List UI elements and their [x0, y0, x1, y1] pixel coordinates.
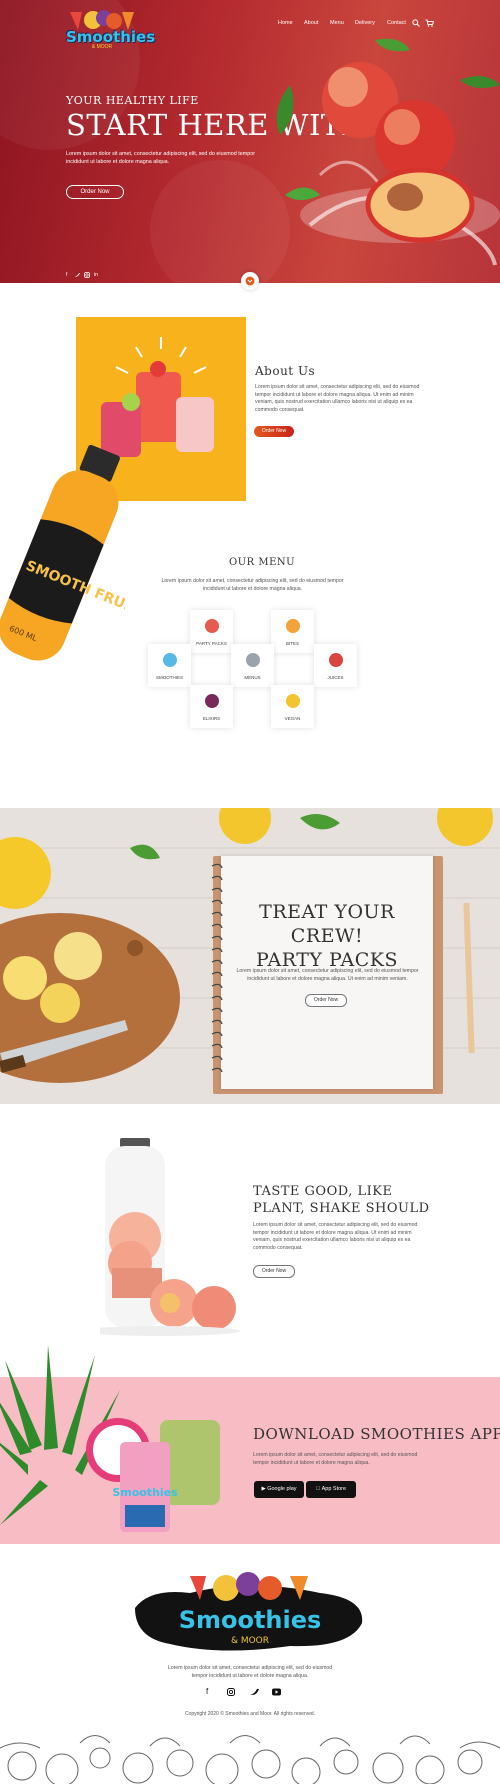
hero-eyebrow: YOUR HEALTHY LIFE	[66, 94, 199, 107]
taste-title-line1: TASTE GOOD, LIKE	[253, 1184, 393, 1199]
svg-text:Smoothies: Smoothies	[112, 1486, 178, 1499]
taste-order-button[interactable]: Order Now	[253, 1265, 295, 1278]
scroll-down-button[interactable]	[241, 272, 259, 290]
hero-text: Lorem ipsum dolor sit amet, consectetur …	[66, 151, 256, 165]
google-play-label: Google play	[267, 1486, 297, 1492]
taste-title: TASTE GOOD, LIKE PLANT, SHAKE SHOULD	[253, 1183, 430, 1217]
menu-text: Lorem ipsum dolor sit amet, consectetur …	[161, 578, 344, 592]
menus-icon	[246, 653, 260, 667]
menu-item-elixirs[interactable]: ELIXIRS	[190, 685, 233, 728]
party-text: Lorem ipsum dolor sit amet, consectetur …	[236, 968, 419, 982]
party-packs-icon	[205, 619, 219, 633]
hero-section: Smoothies & MOOR Home About Menu Deliver…	[0, 0, 500, 283]
vegan-icon	[286, 694, 300, 708]
menu-item-menus[interactable]: MENUS	[231, 644, 274, 687]
linkedin-icon[interactable]: in	[94, 272, 98, 278]
footer-brand-tagline: & MOOR	[231, 1636, 269, 1646]
menu-item-vegan[interactable]: VEGAN	[271, 685, 314, 728]
party-packs-section: TREAT YOUR CREW! PARTY PACKS Lorem ipsum…	[0, 808, 500, 1104]
footer-text: Lorem ipsum dolor sit amet, consectetur …	[167, 1665, 333, 1679]
twitter-icon[interactable]	[250, 1688, 259, 1696]
facebook-icon[interactable]: f	[66, 272, 67, 278]
instagram-icon[interactable]	[227, 1688, 235, 1696]
juices-icon	[329, 653, 343, 667]
copyright: Copyright 2020 © Smoothies and Moor. All…	[184, 1711, 316, 1717]
peach-splash-image	[276, 38, 500, 266]
scroll-down-icon	[245, 276, 255, 286]
app-title: DOWNLOAD SMOOTHIES APP	[253, 1425, 500, 1443]
app-store-button[interactable]:  App Store	[306, 1481, 356, 1498]
menu-item-juices[interactable]: JUICES	[314, 644, 357, 687]
brand-logo[interactable]: Smoothies & MOOR	[66, 8, 155, 50]
menu-item-bites[interactable]: BITES	[271, 610, 314, 653]
party-title: TREAT YOUR CREW! PARTY PACKS	[221, 900, 433, 972]
app-store-label: App Store	[318, 1486, 346, 1492]
about-order-button[interactable]: Order Now	[254, 426, 294, 437]
about-text: Lorem ipsum dolor sit amet, consectetur …	[255, 384, 420, 413]
brand-tagline: & MOOR	[91, 44, 113, 50]
smooth-fruit-bottle-image: SMOOTH FRUIT 600 ML	[0, 444, 125, 661]
notebook-spiral	[211, 863, 223, 1073]
google-play-button[interactable]: ▶ Google play	[254, 1481, 304, 1498]
footer-doodle-pattern	[0, 1735, 500, 1784]
menu-item-smoothies[interactable]: SMOOTHIES	[148, 644, 191, 687]
about-title: About Us	[255, 364, 316, 378]
youtube-icon[interactable]	[272, 1688, 281, 1696]
twitter-icon[interactable]	[74, 272, 80, 278]
elixirs-icon	[205, 694, 219, 708]
menu-title: OUR MENU	[229, 557, 296, 568]
taste-title-line2: PLANT, SHAKE SHOULD	[253, 1201, 430, 1216]
menu-item-party-packs[interactable]: PARTY PACKS	[190, 610, 233, 653]
bites-icon	[286, 619, 300, 633]
party-order-button[interactable]: Order Now	[305, 994, 347, 1007]
facebook-icon[interactable]: f	[206, 1687, 208, 1696]
hero-order-button[interactable]: Order Now	[66, 185, 124, 199]
footer-logo[interactable]: Smoothies & MOOR	[130, 1568, 370, 1658]
footer-brand-name: Smoothies	[179, 1606, 322, 1634]
party-title-line1: TREAT YOUR CREW!	[259, 901, 395, 947]
plant-shake-bottle-image	[100, 1138, 240, 1336]
app-text: Lorem ipsum dolor sit amet, consectetur …	[253, 1452, 418, 1466]
instagram-icon[interactable]	[84, 272, 90, 278]
taste-text: Lorem ipsum dolor sit amet, consectetur …	[253, 1222, 418, 1251]
app-promo-image: Smoothies	[0, 1345, 220, 1532]
smoothies-icon	[163, 653, 177, 667]
